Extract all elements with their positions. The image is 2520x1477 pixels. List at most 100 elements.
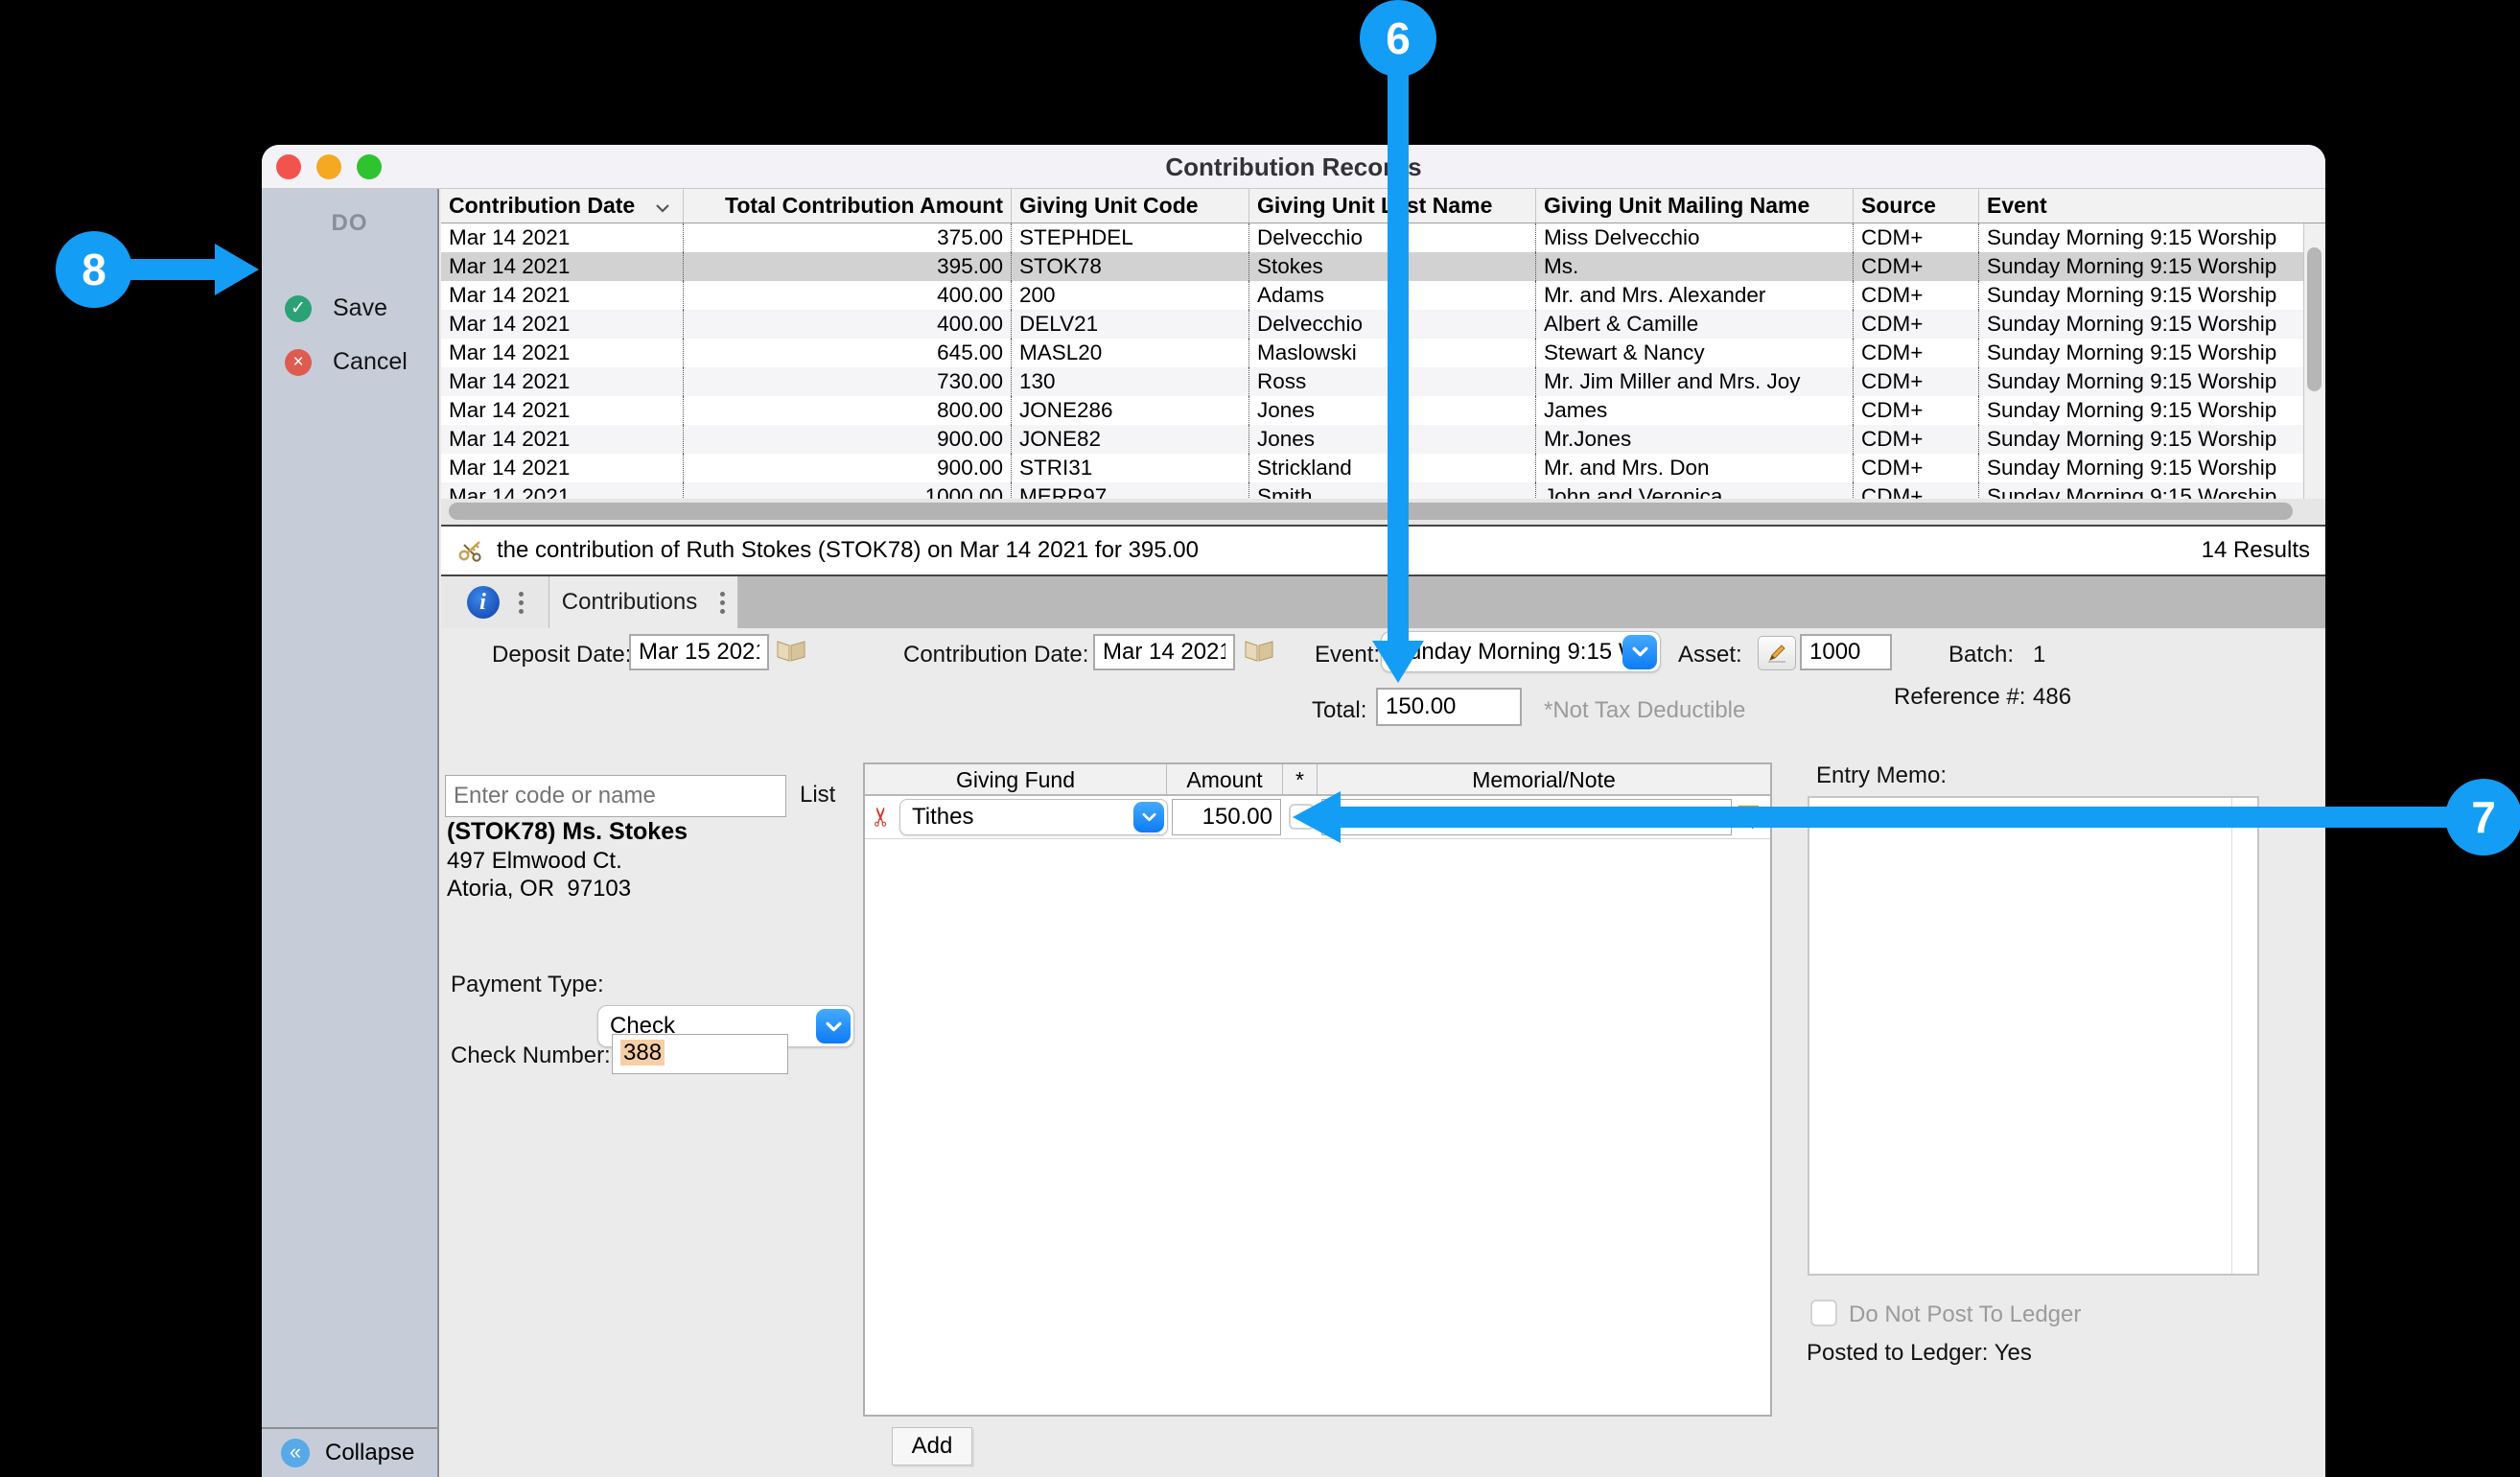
do-not-post-checkbox[interactable] <box>1810 1300 1837 1326</box>
contribution-date-cell: Mar 14 2021 <box>449 427 571 451</box>
minimize-window-button[interactable] <box>316 154 341 179</box>
deposit-date-label: Deposit Date: <box>492 642 632 668</box>
check-number-field[interactable]: 388 <box>612 1034 788 1074</box>
save-label: Save <box>333 294 387 321</box>
fund-amount-field[interactable] <box>1172 799 1281 835</box>
table-row[interactable]: Mar 14 2021 375.00 STEPHDEL Delvecchio Miss … <box>441 223 2303 252</box>
annotation-6-line <box>1388 73 1409 643</box>
table-row[interactable]: Mar 14 2021 645.00 MASL20 Maslowski Stewart … <box>441 339 2303 367</box>
entry-memo-textarea[interactable] <box>1809 798 2257 1274</box>
contribution-date-cell: Mar 14 2021 <box>449 254 571 278</box>
annotation-6-arrowhead <box>1372 641 1424 683</box>
batch-label: Batch: <box>1948 642 2015 668</box>
total-field[interactable] <box>1376 688 1522 726</box>
contribution-date-picker-icon[interactable] <box>1243 640 1275 665</box>
check-number-label: Check Number: <box>451 1043 611 1068</box>
tab-menu-dots-icon[interactable] <box>720 591 726 614</box>
info-icon[interactable]: i <box>466 586 500 619</box>
cancel-button[interactable]: × Cancel <box>285 348 408 376</box>
table-row[interactable]: Mar 14 2021 900.00 STRI31 Strickland Mr. and… <box>441 454 2303 482</box>
collapse-button[interactable]: « Collapse <box>262 1427 437 1477</box>
results-table-body: Mar 14 2021 375.00 STEPHDEL Delvecchio Miss … <box>441 223 2303 499</box>
total-amount-cell: 395.00 <box>683 252 1011 281</box>
mailing-name-cell: Mr. and Mrs. Don <box>1535 454 1853 482</box>
contribution-date-cell: Mar 14 2021 <box>449 484 571 499</box>
deposit-date-picker-icon[interactable] <box>775 640 807 665</box>
fund-column-header: Giving Fund <box>955 767 1075 792</box>
add-fund-row-button[interactable]: Add <box>892 1427 972 1465</box>
asset-field[interactable] <box>1800 634 1892 670</box>
code-search-input[interactable] <box>445 775 786 817</box>
column-header-event[interactable]: Event <box>1978 189 2325 223</box>
results-horizontal-scrollbar[interactable] <box>441 499 2325 525</box>
results-vertical-scrollbar[interactable] <box>2303 223 2325 499</box>
source-cell: CDM+ <box>1853 367 1978 396</box>
save-button[interactable]: ✓ Save <box>285 294 387 322</box>
tab-contributions-label: Contributions <box>561 589 698 615</box>
table-row[interactable]: Mar 14 2021 400.00 200 Adams Mr. and Mrs. Al… <box>441 281 2303 310</box>
window-title: Contribution Records <box>1165 152 1422 181</box>
total-amount-cell: 400.00 <box>683 281 1011 310</box>
column-header-giving-unit-mailing-name[interactable]: Giving Unit Mailing Name <box>1535 189 1853 223</box>
event-chevron-down-icon[interactable] <box>1622 634 1657 669</box>
event-cell: Sunday Morning 9:15 Worship <box>1978 223 2303 252</box>
fund-chevron-down-icon[interactable] <box>1133 802 1164 832</box>
table-row[interactable]: Mar 14 2021 1000.00 MERR97 Smith John and Ve… <box>441 482 2303 499</box>
cut-scissors-icon[interactable]: ✂ <box>867 806 897 828</box>
screen: Contribution Records DO ✓ Save × Cancel … <box>0 0 2520 1477</box>
source-cell: CDM+ <box>1853 425 1978 454</box>
giving-unit-code-cell: STEPHDEL <box>1011 223 1248 252</box>
giving-unit-code-cell: STOK78 <box>1011 252 1248 281</box>
contribution-date-cell: Mar 14 2021 <box>449 340 571 364</box>
column-header-total-amount[interactable]: Total Contribution Amount <box>683 189 1011 223</box>
column-header-source[interactable]: Source <box>1853 189 1978 223</box>
collapse-chevrons-icon: « <box>281 1439 310 1467</box>
source-cell: CDM+ <box>1853 252 1978 281</box>
vertical-scrollbar-thumb[interactable] <box>2307 247 2322 391</box>
giving-unit-name: (STOK78) Ms. Stokes <box>447 818 688 845</box>
menu-dots-icon[interactable] <box>518 591 524 614</box>
keys-icon <box>458 541 481 562</box>
giving-unit-code-cell: MERR97 <box>1011 482 1248 499</box>
annotation-step-6: 6 <box>1360 0 1436 77</box>
results-table-header: Contribution Date Total Contribution Amo… <box>441 189 2325 223</box>
mailing-name-cell: Albert & Camille <box>1535 310 1853 339</box>
column-header-giving-unit-code[interactable]: Giving Unit Code <box>1011 189 1248 223</box>
source-cell: CDM+ <box>1853 482 1978 499</box>
contribution-date-cell: Mar 14 2021 <box>449 312 571 336</box>
deposit-date-field[interactable] <box>629 634 769 670</box>
table-row[interactable]: Mar 14 2021 900.00 JONE82 Jones Mr.Jones CDM+… <box>441 425 2303 454</box>
status-bar: the contribution of Ruth Stokes (STOK78)… <box>441 525 2325 576</box>
horizontal-scrollbar-thumb[interactable] <box>449 503 2293 520</box>
event-cell: Sunday Morning 9:15 Worship <box>1978 339 2303 367</box>
memo-scroll-track <box>2231 798 2232 1274</box>
fund-select[interactable]: Tithes <box>899 799 1168 835</box>
source-cell: CDM+ <box>1853 396 1978 425</box>
table-row[interactable]: Mar 14 2021 800.00 JONE286 Jones James CDM+ Su… <box>441 396 2303 425</box>
contribution-date-cell: Mar 14 2021 <box>449 369 571 393</box>
do-sidebar: DO ✓ Save × Cancel « Collapse <box>262 189 439 1477</box>
table-row[interactable]: Mar 14 2021 395.00 STOK78 Stokes Ms. CDM+ Sund… <box>441 252 2303 281</box>
contribution-form: Deposit Date: Contribution Date: Event: … <box>441 628 2325 1477</box>
giving-unit-code-cell: 130 <box>1011 367 1248 396</box>
table-row[interactable]: Mar 14 2021 730.00 130 Ross Mr. Jim Miller a… <box>441 367 2303 396</box>
contribution-date-cell: Mar 14 2021 <box>449 398 571 422</box>
table-row[interactable]: Mar 14 2021 400.00 DELV21 Delvecchio Albert … <box>441 310 2303 339</box>
main-area: Contribution Date Total Contribution Amo… <box>441 189 2325 1477</box>
event-cell: Sunday Morning 9:15 Worship <box>1978 482 2303 499</box>
list-button[interactable]: List <box>800 782 835 809</box>
column-header-contribution-date[interactable]: Contribution Date <box>441 189 683 223</box>
entry-memo-box <box>1808 796 2259 1276</box>
contribution-date-field[interactable] <box>1093 634 1235 670</box>
close-window-button[interactable] <box>276 154 301 179</box>
mailing-name-cell: Mr. and Mrs. Alexander <box>1535 281 1853 310</box>
tab-contributions[interactable]: Contributions <box>549 576 738 628</box>
annotation-step-8: 8 <box>56 231 132 308</box>
total-amount-cell: 400.00 <box>683 310 1011 339</box>
event-cell: Sunday Morning 9:15 Worship <box>1978 454 2303 482</box>
asset-pencil-icon[interactable] <box>1758 636 1796 670</box>
contribution-date-cell: Mar 14 2021 <box>449 456 571 480</box>
zoom-window-button[interactable] <box>357 154 382 179</box>
payment-type-chevron-down-icon[interactable] <box>816 1009 851 1043</box>
source-cell: CDM+ <box>1853 281 1978 310</box>
